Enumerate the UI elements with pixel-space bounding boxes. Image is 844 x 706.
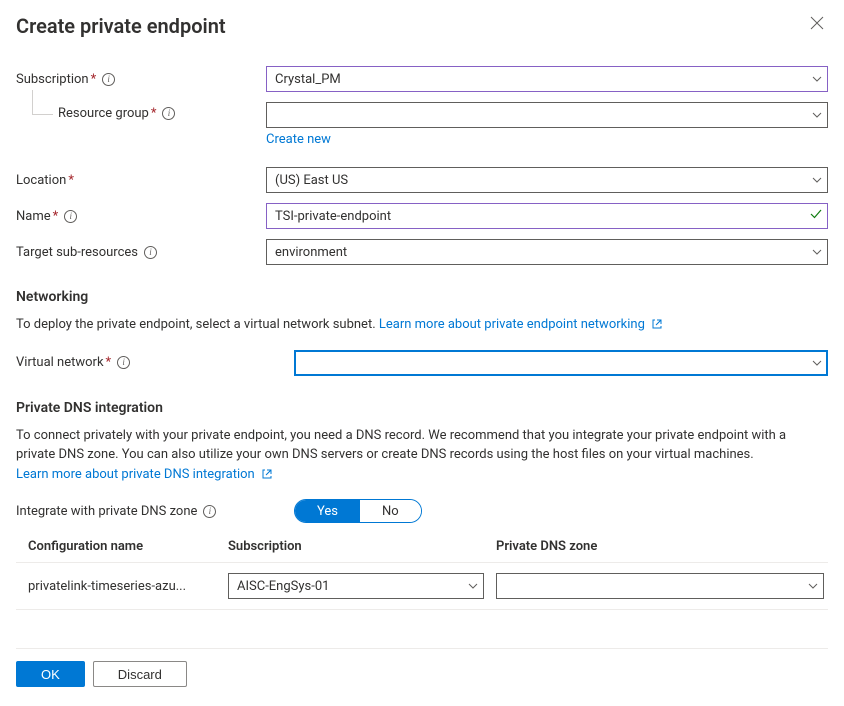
chevron-down-icon [811, 357, 823, 369]
info-icon[interactable]: i [64, 210, 77, 223]
required-asterisk: * [151, 106, 157, 121]
required-asterisk: * [91, 72, 97, 87]
info-icon[interactable]: i [117, 356, 130, 369]
chevron-down-icon [811, 246, 823, 258]
dns-config-table: Configuration name Subscription Private … [16, 539, 828, 610]
info-icon[interactable]: i [144, 246, 157, 259]
col-subscription: Subscription [228, 539, 496, 554]
subscription-value: Crystal_PM [275, 72, 341, 87]
required-asterisk: * [106, 355, 112, 370]
external-link-icon [262, 466, 272, 486]
learn-more-dns-text: Learn more about private DNS integration [16, 467, 255, 482]
vnet-label: Virtual network [16, 355, 104, 370]
table-row: privatelink-timeseries-azu... AISC-EngSy… [16, 563, 828, 610]
name-value: TSI-private-endpoint [275, 209, 391, 224]
external-link-icon [652, 316, 662, 336]
integrate-dns-toggle[interactable]: Yes No [294, 499, 422, 523]
name-field[interactable]: TSI-private-endpoint [266, 203, 828, 229]
learn-more-networking-link[interactable]: Learn more about private endpoint networ… [379, 317, 662, 332]
check-icon [809, 207, 823, 225]
chevron-down-icon [811, 109, 823, 121]
networking-heading: Networking [16, 289, 828, 305]
info-icon[interactable]: i [162, 107, 175, 120]
target-sub-label: Target sub-resources [16, 245, 138, 260]
toggle-no[interactable]: No [360, 500, 421, 522]
learn-more-networking-text: Learn more about private endpoint networ… [379, 317, 645, 332]
resource-group-select[interactable] [266, 102, 828, 128]
page-title: Create private endpoint [16, 14, 226, 38]
required-asterisk: * [53, 209, 59, 224]
col-private-dns-zone: Private DNS zone [496, 539, 828, 554]
chevron-down-icon [807, 580, 819, 592]
config-name-value: privatelink-timeseries-azu... [16, 579, 228, 594]
chevron-down-icon [811, 73, 823, 85]
create-new-link[interactable]: Create new [266, 132, 331, 147]
required-asterisk: * [68, 173, 74, 188]
resource-group-label: Resource group [58, 106, 149, 121]
info-icon[interactable]: i [203, 505, 216, 518]
chevron-down-icon [467, 580, 479, 592]
discard-button[interactable]: Discard [93, 661, 187, 687]
location-value: (US) East US [275, 173, 348, 188]
vnet-select[interactable] [294, 350, 828, 376]
info-icon[interactable]: i [102, 73, 115, 86]
location-label: Location [16, 173, 66, 188]
learn-more-dns-link[interactable]: Learn more about private DNS integration [16, 467, 272, 482]
subscription-select[interactable]: Crystal_PM [266, 66, 828, 92]
row-subscription-value: AISC-EngSys-01 [237, 579, 329, 594]
location-select[interactable]: (US) East US [266, 167, 828, 193]
target-sub-value: environment [275, 245, 347, 260]
row-subscription-select[interactable]: AISC-EngSys-01 [228, 573, 484, 599]
target-sub-select[interactable]: environment [266, 239, 828, 265]
subscription-label: Subscription [16, 72, 89, 87]
name-label: Name [16, 209, 51, 224]
row-dns-zone-select[interactable] [496, 573, 824, 599]
dns-desc: To connect privately with your private e… [16, 428, 786, 463]
toggle-yes[interactable]: Yes [295, 500, 360, 522]
ok-button[interactable]: OK [16, 661, 85, 687]
col-config-name: Configuration name [16, 539, 228, 554]
dns-heading: Private DNS integration [16, 400, 828, 416]
chevron-down-icon [811, 174, 823, 186]
integrate-dns-label: Integrate with private DNS zone [16, 504, 197, 519]
close-icon[interactable] [806, 14, 828, 35]
networking-desc: To deploy the private endpoint, select a… [16, 317, 379, 332]
